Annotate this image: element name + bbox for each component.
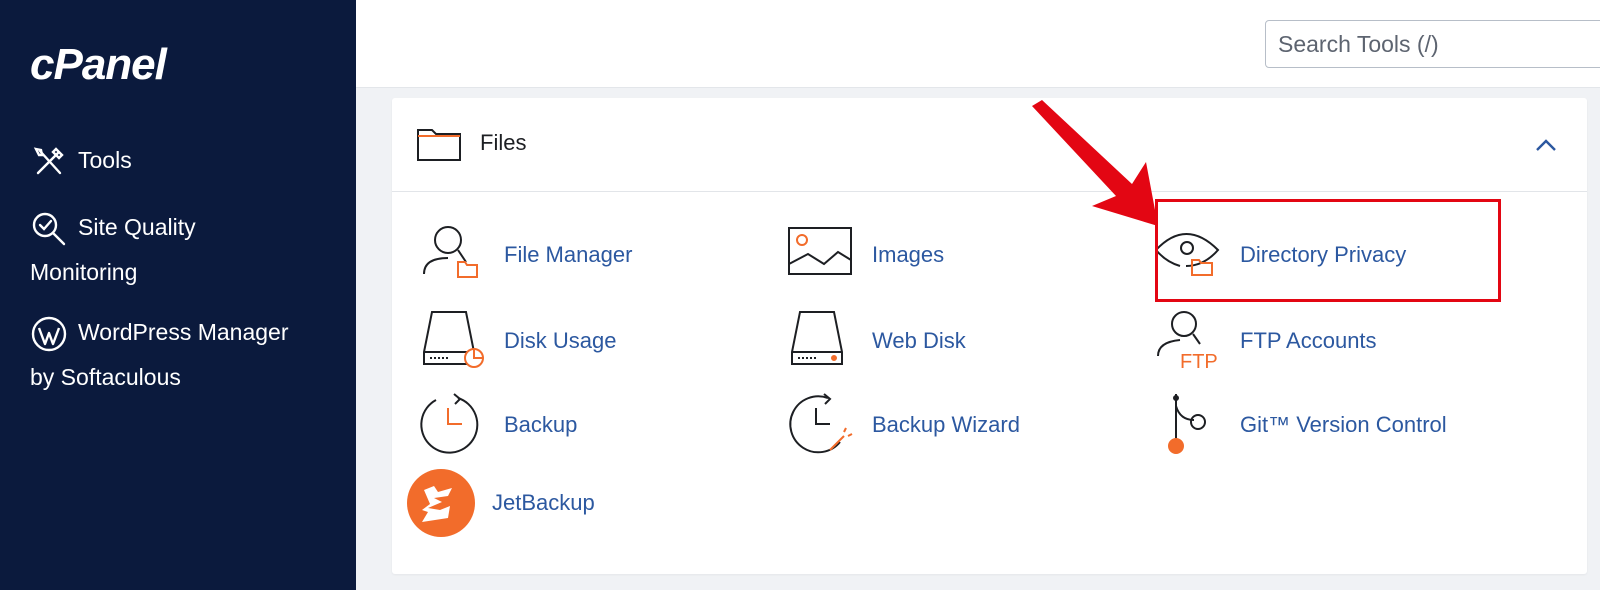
backup-icon (418, 392, 486, 458)
tool-label: Images (872, 242, 945, 267)
sidebar-item-label: Site Quality (78, 214, 196, 240)
tool-git-version-control[interactable]: Git™ Version Control (1154, 392, 1474, 464)
tool-label: Disk Usage (504, 328, 617, 353)
ftp-accounts-icon: FTP (1154, 308, 1222, 374)
search-input[interactable] (1265, 20, 1600, 68)
tool-label: JetBackup (492, 490, 595, 515)
folder-icon (417, 129, 461, 161)
sidebar-item-label: WordPress Manager (78, 319, 289, 345)
sidebar-item-site-quality[interactable]: Site Quality Monitoring (30, 205, 196, 295)
sidebar-item-label-continued: Monitoring (30, 259, 138, 285)
directory-privacy-icon (1154, 222, 1222, 288)
svg-text:FTP: FTP (1180, 351, 1218, 373)
tool-label: Backup (504, 412, 578, 437)
file-manager-icon (418, 222, 486, 288)
images-icon (786, 222, 854, 288)
tools-icon (30, 143, 68, 181)
files-panel: Files File Manager Images Directory Priv… (392, 98, 1587, 574)
tool-ftp-accounts[interactable]: FTP FTP Accounts (1154, 308, 1454, 380)
tool-backup[interactable]: Backup (418, 392, 718, 464)
site-quality-icon (30, 210, 68, 248)
wordpress-icon (30, 315, 68, 353)
sidebar-item-label: Tools (78, 147, 132, 173)
jetbackup-icon (406, 468, 476, 538)
git-icon (1154, 392, 1222, 458)
tool-label: Web Disk (872, 328, 966, 353)
tool-label: FTP Accounts (1240, 328, 1377, 353)
sidebar-item-tools[interactable]: Tools (30, 138, 132, 183)
cpanel-logo[interactable]: cPanel (30, 40, 167, 90)
tool-label: Backup Wizard (872, 412, 1020, 437)
sidebar-item-label-continued: by Softaculous (30, 364, 181, 390)
chevron-up-icon[interactable] (1535, 138, 1557, 152)
tool-disk-usage[interactable]: Disk Usage (418, 308, 718, 380)
disk-usage-icon (418, 308, 486, 374)
sidebar-item-wordpress[interactable]: WordPress Manager by Softaculous (30, 310, 289, 400)
web-disk-icon (786, 308, 854, 374)
tool-file-manager[interactable]: File Manager (418, 222, 718, 294)
tool-jetbackup[interactable]: JetBackup (406, 468, 706, 540)
tool-images[interactable]: Images (786, 222, 1086, 294)
sidebar: cPanel Tools Site Quality Monitoring Wor… (0, 0, 356, 590)
tool-label: Git™ Version Control (1240, 412, 1447, 437)
files-panel-header[interactable]: Files (392, 98, 1587, 192)
backup-wizard-icon (786, 392, 854, 458)
tool-backup-wizard[interactable]: Backup Wizard (786, 392, 1086, 464)
tool-directory-privacy[interactable]: Directory Privacy (1154, 222, 1454, 294)
tool-web-disk[interactable]: Web Disk (786, 308, 1086, 380)
panel-title: Files (480, 130, 527, 155)
tool-label: Directory Privacy (1240, 242, 1407, 267)
tool-label: File Manager (504, 242, 633, 267)
